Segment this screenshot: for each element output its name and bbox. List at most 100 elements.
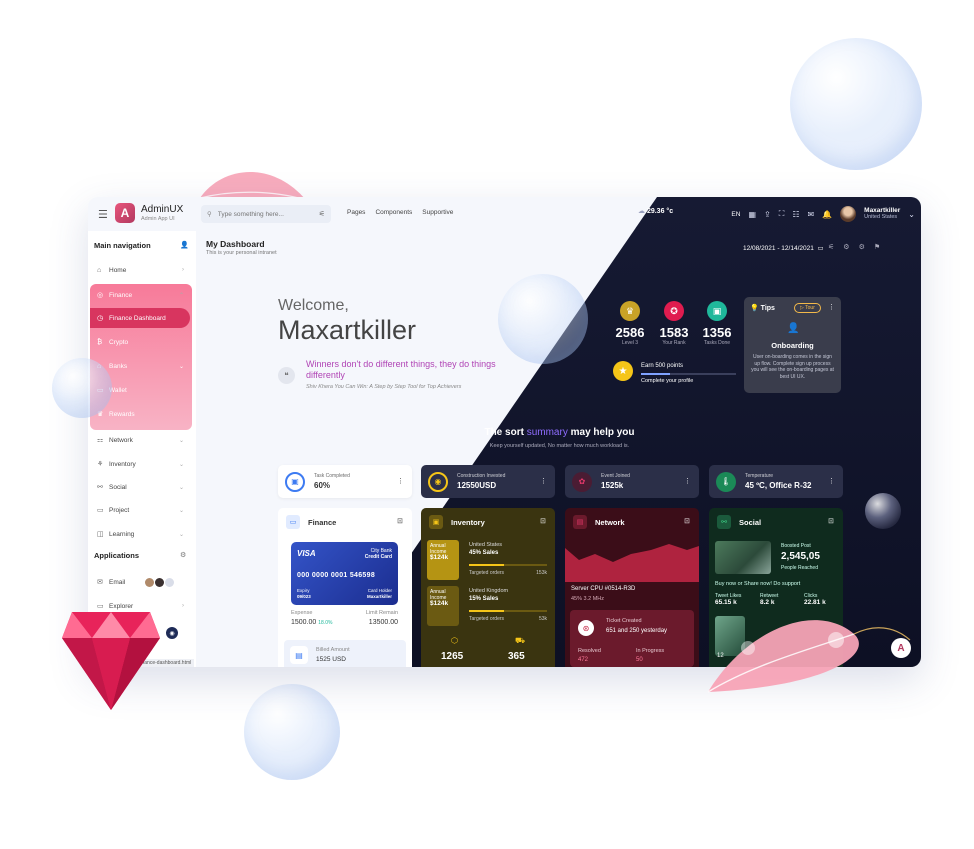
menu-icon[interactable]: ☰ <box>98 208 108 221</box>
fullscreen-icon[interactable]: ⛶ <box>779 209 785 219</box>
expand-icon[interactable]: ⊡ <box>540 517 546 525</box>
expand-icon[interactable]: ⊡ <box>828 517 834 525</box>
kpi-temperature[interactable]: 🌡 Temperature 45 ºC, Office R-32 ⋮ <box>709 465 843 498</box>
orders-label: Targeted orders <box>469 570 505 576</box>
invoice-icon: ▤ <box>290 646 308 664</box>
grid-icon[interactable]: ▦ <box>748 210 756 219</box>
more-icon[interactable]: ⋮ <box>397 477 404 485</box>
sidebar-item-project[interactable]: ▭ Project ⌄ <box>88 499 196 521</box>
more-icon[interactable]: ⋮ <box>828 303 835 311</box>
settings-icon[interactable]: ⚙ <box>859 244 874 251</box>
orders-value: 53k <box>538 616 547 622</box>
server-icon: ▤ <box>573 515 587 529</box>
close-badge-icon[interactable]: ◉ <box>166 627 178 639</box>
bitcoin-icon: ₿ <box>97 338 103 346</box>
expense-label: Expense <box>291 610 313 616</box>
sidebar-item-learning[interactable]: ◫ Learning ⌄ <box>88 523 196 545</box>
sales-bar-fill <box>469 564 505 566</box>
quote-text: Winners don't do different things, they … <box>306 359 496 380</box>
filter-icon[interactable]: ⚟ <box>319 210 325 218</box>
menu-supportive[interactable]: Supportive <box>422 209 453 216</box>
user-info[interactable]: Maxartkiller United States <box>864 207 900 221</box>
holder-label: Card Holder <box>367 588 392 593</box>
quote-author: Shiv Khera You Can Win: A Step by Step T… <box>306 384 462 390</box>
sidebar-item-finance[interactable]: ◎ Finance ⌃ <box>88 284 196 306</box>
more-icon[interactable]: ⋮ <box>828 477 835 485</box>
chevron-up-icon: ⌃ <box>178 292 184 299</box>
avatar <box>145 577 155 587</box>
sidebar-item-home[interactable]: ⌂ Home › <box>88 259 196 281</box>
box-icon: ⬡ <box>451 636 458 645</box>
kpi-event[interactable]: ✿ Event Joined 1525k ⋮ <box>565 465 699 498</box>
chevron-down-icon: ⌄ <box>178 531 184 538</box>
ticket-panel[interactable]: ⊛ Ticket Created 651 and 250 yesterday R… <box>570 610 694 667</box>
lightbulb-icon: 💡 <box>750 305 759 312</box>
chevron-right-icon: › <box>182 603 184 609</box>
coin-icon: ◉ <box>428 471 448 492</box>
list-icon[interactable]: ☷ <box>792 210 799 219</box>
logo-icon[interactable]: A <box>115 203 135 223</box>
kpi-value: 60% <box>314 481 331 490</box>
chevron-down-icon[interactable]: ⌄ <box>908 210 915 219</box>
expand-icon[interactable]: ⊡ <box>397 517 403 525</box>
sidebar-item-email[interactable]: ✉ Email <box>88 571 196 593</box>
kpi-task-completed[interactable]: ▣ Task Completed 60% ⋮ <box>278 465 412 498</box>
tour-button[interactable]: ▷ Tour <box>794 303 821 313</box>
decor-gem <box>62 612 160 710</box>
summary-subtitle: Keep yourself updated, No matter how muc… <box>489 443 630 449</box>
decor-bubble <box>790 38 922 170</box>
kpi-construction[interactable]: ◉ Construction Invested 12550USD ⋮ <box>421 465 555 498</box>
clipboard-icon: ▣ <box>707 301 727 321</box>
more-icon[interactable]: ⋮ <box>540 477 547 485</box>
sidebar-item-label: Finance Dashboard <box>109 314 166 322</box>
trophy-icon: ♛ <box>620 301 640 321</box>
gift-icon[interactable]: ⚑ <box>874 244 889 251</box>
sidebar-item-social[interactable]: ⚯ Social ⌄ <box>88 476 196 498</box>
upload-icon[interactable]: ⇪ <box>764 210 771 219</box>
avatar[interactable] <box>840 206 857 222</box>
top-header: ☰ A AdminUX Admin App UI ⚲ ⚟ Pages Compo… <box>88 197 921 231</box>
limit-value: 13500.00 <box>368 619 398 626</box>
limit-block: Limit Remain 13500.00 <box>366 610 398 626</box>
brand-title: AdminUX <box>141 204 184 215</box>
kpi-value: 45 ºC, Office R-32 <box>745 481 812 490</box>
holder-value: Maxartkiller <box>366 593 392 599</box>
tips-heading: Onboarding <box>771 341 814 350</box>
home-icon: ⌂ <box>97 266 102 274</box>
profile-icon[interactable]: 👤 <box>180 241 189 249</box>
sidebar-item-finance-dashboard[interactable]: ◷ Finance Dashboard <box>88 307 196 329</box>
weather-value: 29.36 °c <box>646 208 674 215</box>
credit-card[interactable]: VISA City Bank Credit Card 000 0000 0001 … <box>291 542 398 605</box>
card-header: ▣ Inventory ⊡ <box>421 508 555 536</box>
bell-icon[interactable]: 🔔 <box>822 210 832 219</box>
settings-icon[interactable]: ⚙ <box>180 551 186 559</box>
expand-icon[interactable]: ⊡ <box>684 517 690 525</box>
date-range-picker[interactable]: 12/08/2021 - 12/14/2021 ▭ <box>743 244 824 252</box>
search-input[interactable] <box>217 210 308 218</box>
tour-label: Tour <box>805 305 815 311</box>
email-icon: ✉ <box>97 579 103 586</box>
sidebar-item-label: Social <box>109 483 127 491</box>
menu-components[interactable]: Components <box>375 209 412 216</box>
weather-readout[interactable]: ☁ 29.36 °c <box>638 207 673 215</box>
kpi-label: Construction Invested <box>457 473 506 479</box>
sidebar-item-label: Crypto <box>109 338 129 346</box>
chat-icon[interactable]: ✉ <box>807 210 814 219</box>
stat-label: Level 3 <box>621 340 639 346</box>
card-title: Network <box>595 517 625 527</box>
summary-title-b: may help you <box>570 427 635 438</box>
language-selector[interactable]: EN <box>731 211 740 218</box>
more-icon[interactable]: ⋮ <box>684 477 691 485</box>
sidebar-item-label: Project <box>109 506 130 514</box>
box-icon: ▣ <box>429 515 443 529</box>
boosted-value: 2,545,05 <box>781 551 820 562</box>
sidebar-item-crypto[interactable]: ₿ Crypto <box>88 331 196 353</box>
menu-pages[interactable]: Pages <box>347 209 365 216</box>
refresh-icon[interactable]: ⚙ <box>843 244 858 251</box>
resolved-value: 472 <box>578 657 589 663</box>
billed-box[interactable]: ▤ Billed Amount 1525 USD <box>284 640 406 667</box>
learning-icon: ◫ <box>97 531 104 538</box>
sidebar-item-inventory[interactable]: ⚘ Inventory ⌄ <box>88 453 196 475</box>
filter-icon[interactable]: ⚟ <box>828 244 843 251</box>
stage: ☰ A AdminUX Admin App UI ⚲ ⚟ Pages Compo… <box>0 0 974 849</box>
